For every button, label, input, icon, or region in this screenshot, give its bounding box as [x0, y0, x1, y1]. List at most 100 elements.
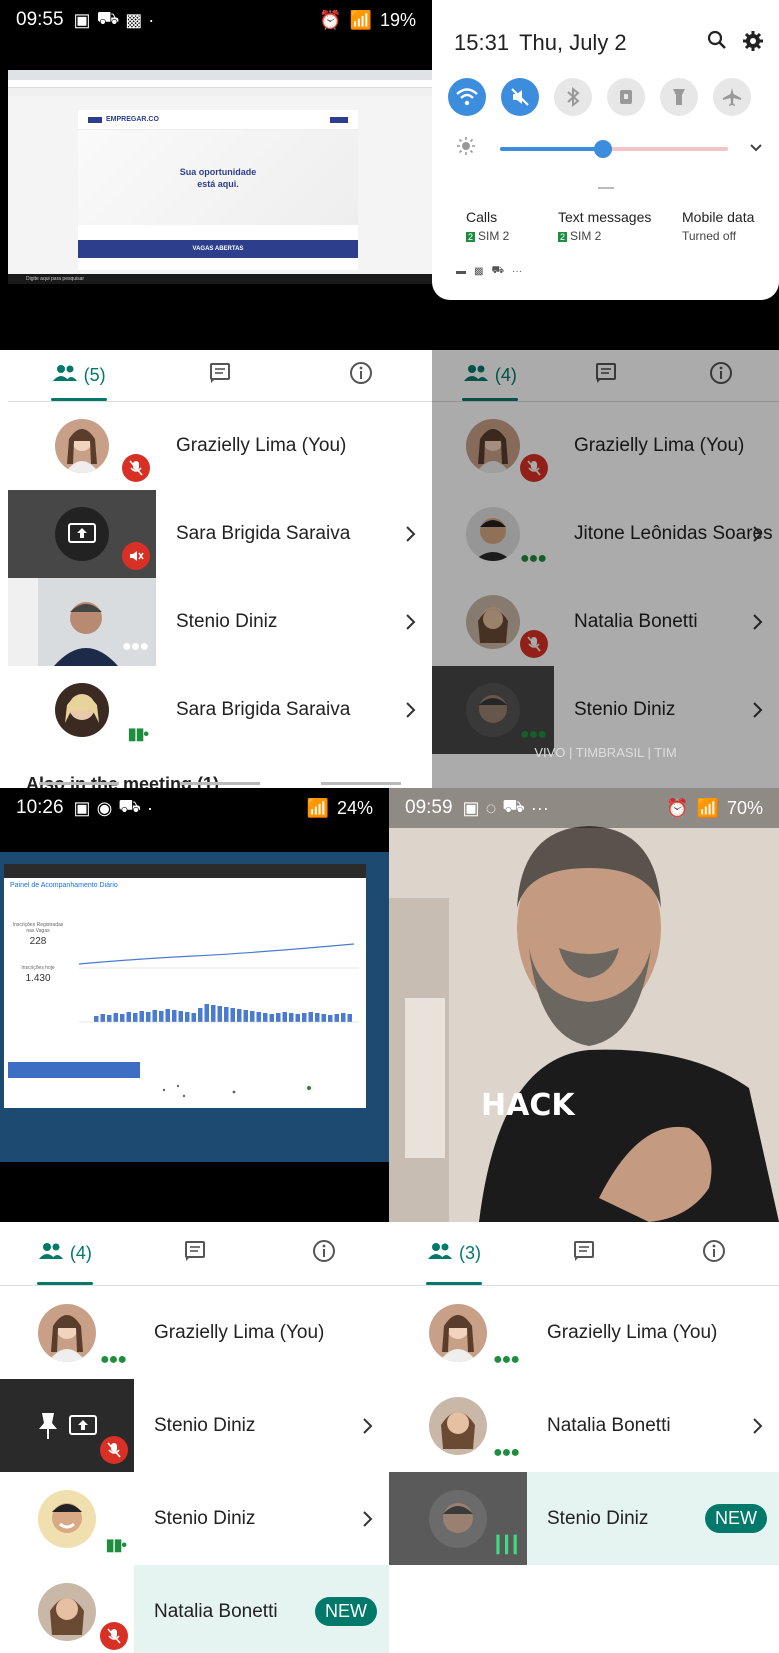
participant-row[interactable]: ▮▮• Sara Brigida Saraiva: [8, 666, 432, 754]
people-icon: [427, 1241, 453, 1266]
brightness-thumb[interactable]: [594, 139, 612, 158]
chevron-right-icon: [753, 614, 763, 630]
tab-info[interactable]: [259, 1222, 389, 1285]
camera-pane: HACK 09:59 ▣ ◌ ⛟ ··· ⏰ 📶 70%: [389, 788, 779, 1222]
tab-chat[interactable]: [548, 350, 664, 401]
app-icon: ▩: [474, 266, 484, 277]
avatar: [55, 419, 109, 473]
histogram-bar: [224, 1007, 229, 1022]
participant-row[interactable]: ●●● Natalia Bonetti: [389, 1379, 779, 1472]
chevron-down-icon[interactable]: [749, 140, 763, 158]
rotation-lock-icon[interactable]: [607, 78, 645, 116]
calls-sim: SIM 2: [478, 229, 510, 243]
histogram-bar: [113, 1013, 118, 1022]
histogram-bar: [94, 1016, 99, 1022]
signal-icon: 📶: [349, 9, 372, 30]
participant-row[interactable]: ●●● Stenio Diniz: [432, 666, 779, 754]
histogram-bar: [185, 1012, 190, 1022]
participant-row[interactable]: ┃┃┃ Stenio Diniz NEW: [389, 1472, 779, 1565]
search-icon[interactable]: [707, 30, 727, 56]
tab-people[interactable]: (4): [0, 1222, 130, 1285]
mute-icon[interactable]: [501, 78, 539, 116]
data-status: Turned off: [682, 229, 737, 243]
tab-chat[interactable]: [519, 1222, 649, 1285]
image-icon: ▣: [73, 9, 91, 30]
new-badge: NEW: [705, 1503, 767, 1533]
info-icon: [702, 1239, 726, 1268]
taskbar: Digite aqui para pesquisar: [8, 274, 432, 284]
tab-info[interactable]: [649, 1222, 779, 1285]
taskbar-search: Digite aqui para pesquisar: [26, 276, 85, 282]
participant-row[interactable]: ●●● Grazielly Lima (You): [389, 1286, 779, 1379]
participant-row[interactable]: Stenio Diniz: [0, 1379, 389, 1472]
sim-info-row: Calls 2 SIM 2 Text messages 2 SIM 2 Mobile…: [466, 209, 755, 243]
chevron-right-icon: [753, 1417, 763, 1434]
kpi-value: 228: [29, 936, 47, 947]
participant-row[interactable]: ●●● Jitone Leônidas Soares: [432, 490, 779, 578]
participant-row[interactable]: Natalia Bonetti: [432, 578, 779, 666]
histogram-bar: [308, 1012, 313, 1022]
whatsapp-icon: ◌: [485, 797, 497, 818]
participants-pane-3: (4) ●●● Grazielly Lima (You) Stenio Dini…: [0, 1222, 389, 1653]
histogram-bar: [126, 1012, 131, 1022]
alarm-icon: ⏰: [666, 797, 689, 818]
bluetooth-icon[interactable]: [554, 78, 592, 116]
participant-name: Sara Brigida Saraiva: [176, 699, 351, 720]
participant-row[interactable]: Grazielly Lima (You): [8, 402, 432, 490]
histogram-bar: [217, 1006, 222, 1022]
app-icon: ▬: [456, 266, 466, 277]
participant-name: Grazielly Lima (You): [574, 435, 745, 456]
participant-name: Natalia Bonetti: [574, 611, 698, 632]
more-icon: ···: [512, 266, 523, 277]
notification-icon: ▩: [125, 9, 143, 30]
chevron-right-icon: [753, 526, 763, 542]
participant-row[interactable]: ●●● Grazielly Lima (You): [0, 1286, 389, 1379]
brightness-slider[interactable]: [500, 139, 728, 158]
gear-icon[interactable]: [743, 30, 763, 56]
participant-row[interactable]: Sara Brigida Saraiva: [8, 490, 432, 578]
participant-name: Grazielly Lima (You): [547, 1321, 718, 1343]
meeting-tabs: (4): [432, 350, 779, 402]
tab-people[interactable]: (5): [8, 350, 149, 401]
battery-percent: 24%: [336, 797, 373, 818]
flashlight-icon[interactable]: [660, 78, 698, 116]
histogram-bar: [250, 1011, 255, 1022]
speaking-indicator: ●●●: [122, 638, 149, 655]
histogram-bar: [100, 1014, 105, 1022]
wifi-icon[interactable]: [448, 78, 486, 116]
avatar: [429, 1303, 487, 1362]
muted-mic-icon: [122, 454, 150, 482]
avatar: [38, 1303, 96, 1362]
participant-name: Grazielly Lima (You): [176, 435, 347, 456]
airplane-icon[interactable]: [713, 78, 751, 116]
speaking-indicator: ●●●: [520, 550, 547, 567]
participant-row[interactable]: ●●● Stenio Diniz: [8, 578, 432, 666]
vacancies-button[interactable]: VAGAS ABERTAS: [78, 240, 358, 258]
meeting-tabs: (4): [0, 1222, 389, 1286]
participant-list: ●●● Grazielly Lima (You) ●●● Natalia Bon…: [389, 1286, 779, 1565]
avatar: [38, 1489, 96, 1548]
participant-row[interactable]: Natalia Bonetti NEW: [0, 1565, 389, 1653]
tab-info[interactable]: [663, 350, 779, 401]
participant-row[interactable]: Grazielly Lima (You): [432, 402, 779, 490]
chevron-right-icon: [406, 702, 416, 718]
status-bar: 09:59 ▣ ◌ ⛟ ··· ⏰ 📶 70%: [389, 788, 779, 828]
meeting-tabs: (3): [389, 1222, 779, 1286]
tab-chat[interactable]: [130, 1222, 260, 1285]
gesture-icon: ⛟: [491, 265, 505, 276]
participant-row[interactable]: ▮▮• Stenio Diniz: [0, 1472, 389, 1565]
chat-icon: [209, 362, 231, 389]
battery-percent: 70%: [726, 797, 763, 818]
calls-label: Calls: [466, 209, 498, 225]
camera-feed: [389, 788, 779, 1222]
participant-name: Jitone Leônidas Soares: [574, 523, 773, 544]
dashboard-window: Painel de Acompanhamento Diário Inscriçõ…: [4, 864, 366, 1108]
histogram-bar: [289, 1013, 294, 1022]
histogram-bar: [165, 1009, 170, 1022]
tab-people[interactable]: (3): [389, 1222, 519, 1285]
tab-info[interactable]: [291, 350, 432, 401]
tab-chat[interactable]: [149, 350, 290, 401]
tab-people[interactable]: (4): [432, 350, 548, 401]
gesture-icon: ⛟: [118, 796, 141, 816]
muted-mic-icon: [520, 454, 548, 482]
